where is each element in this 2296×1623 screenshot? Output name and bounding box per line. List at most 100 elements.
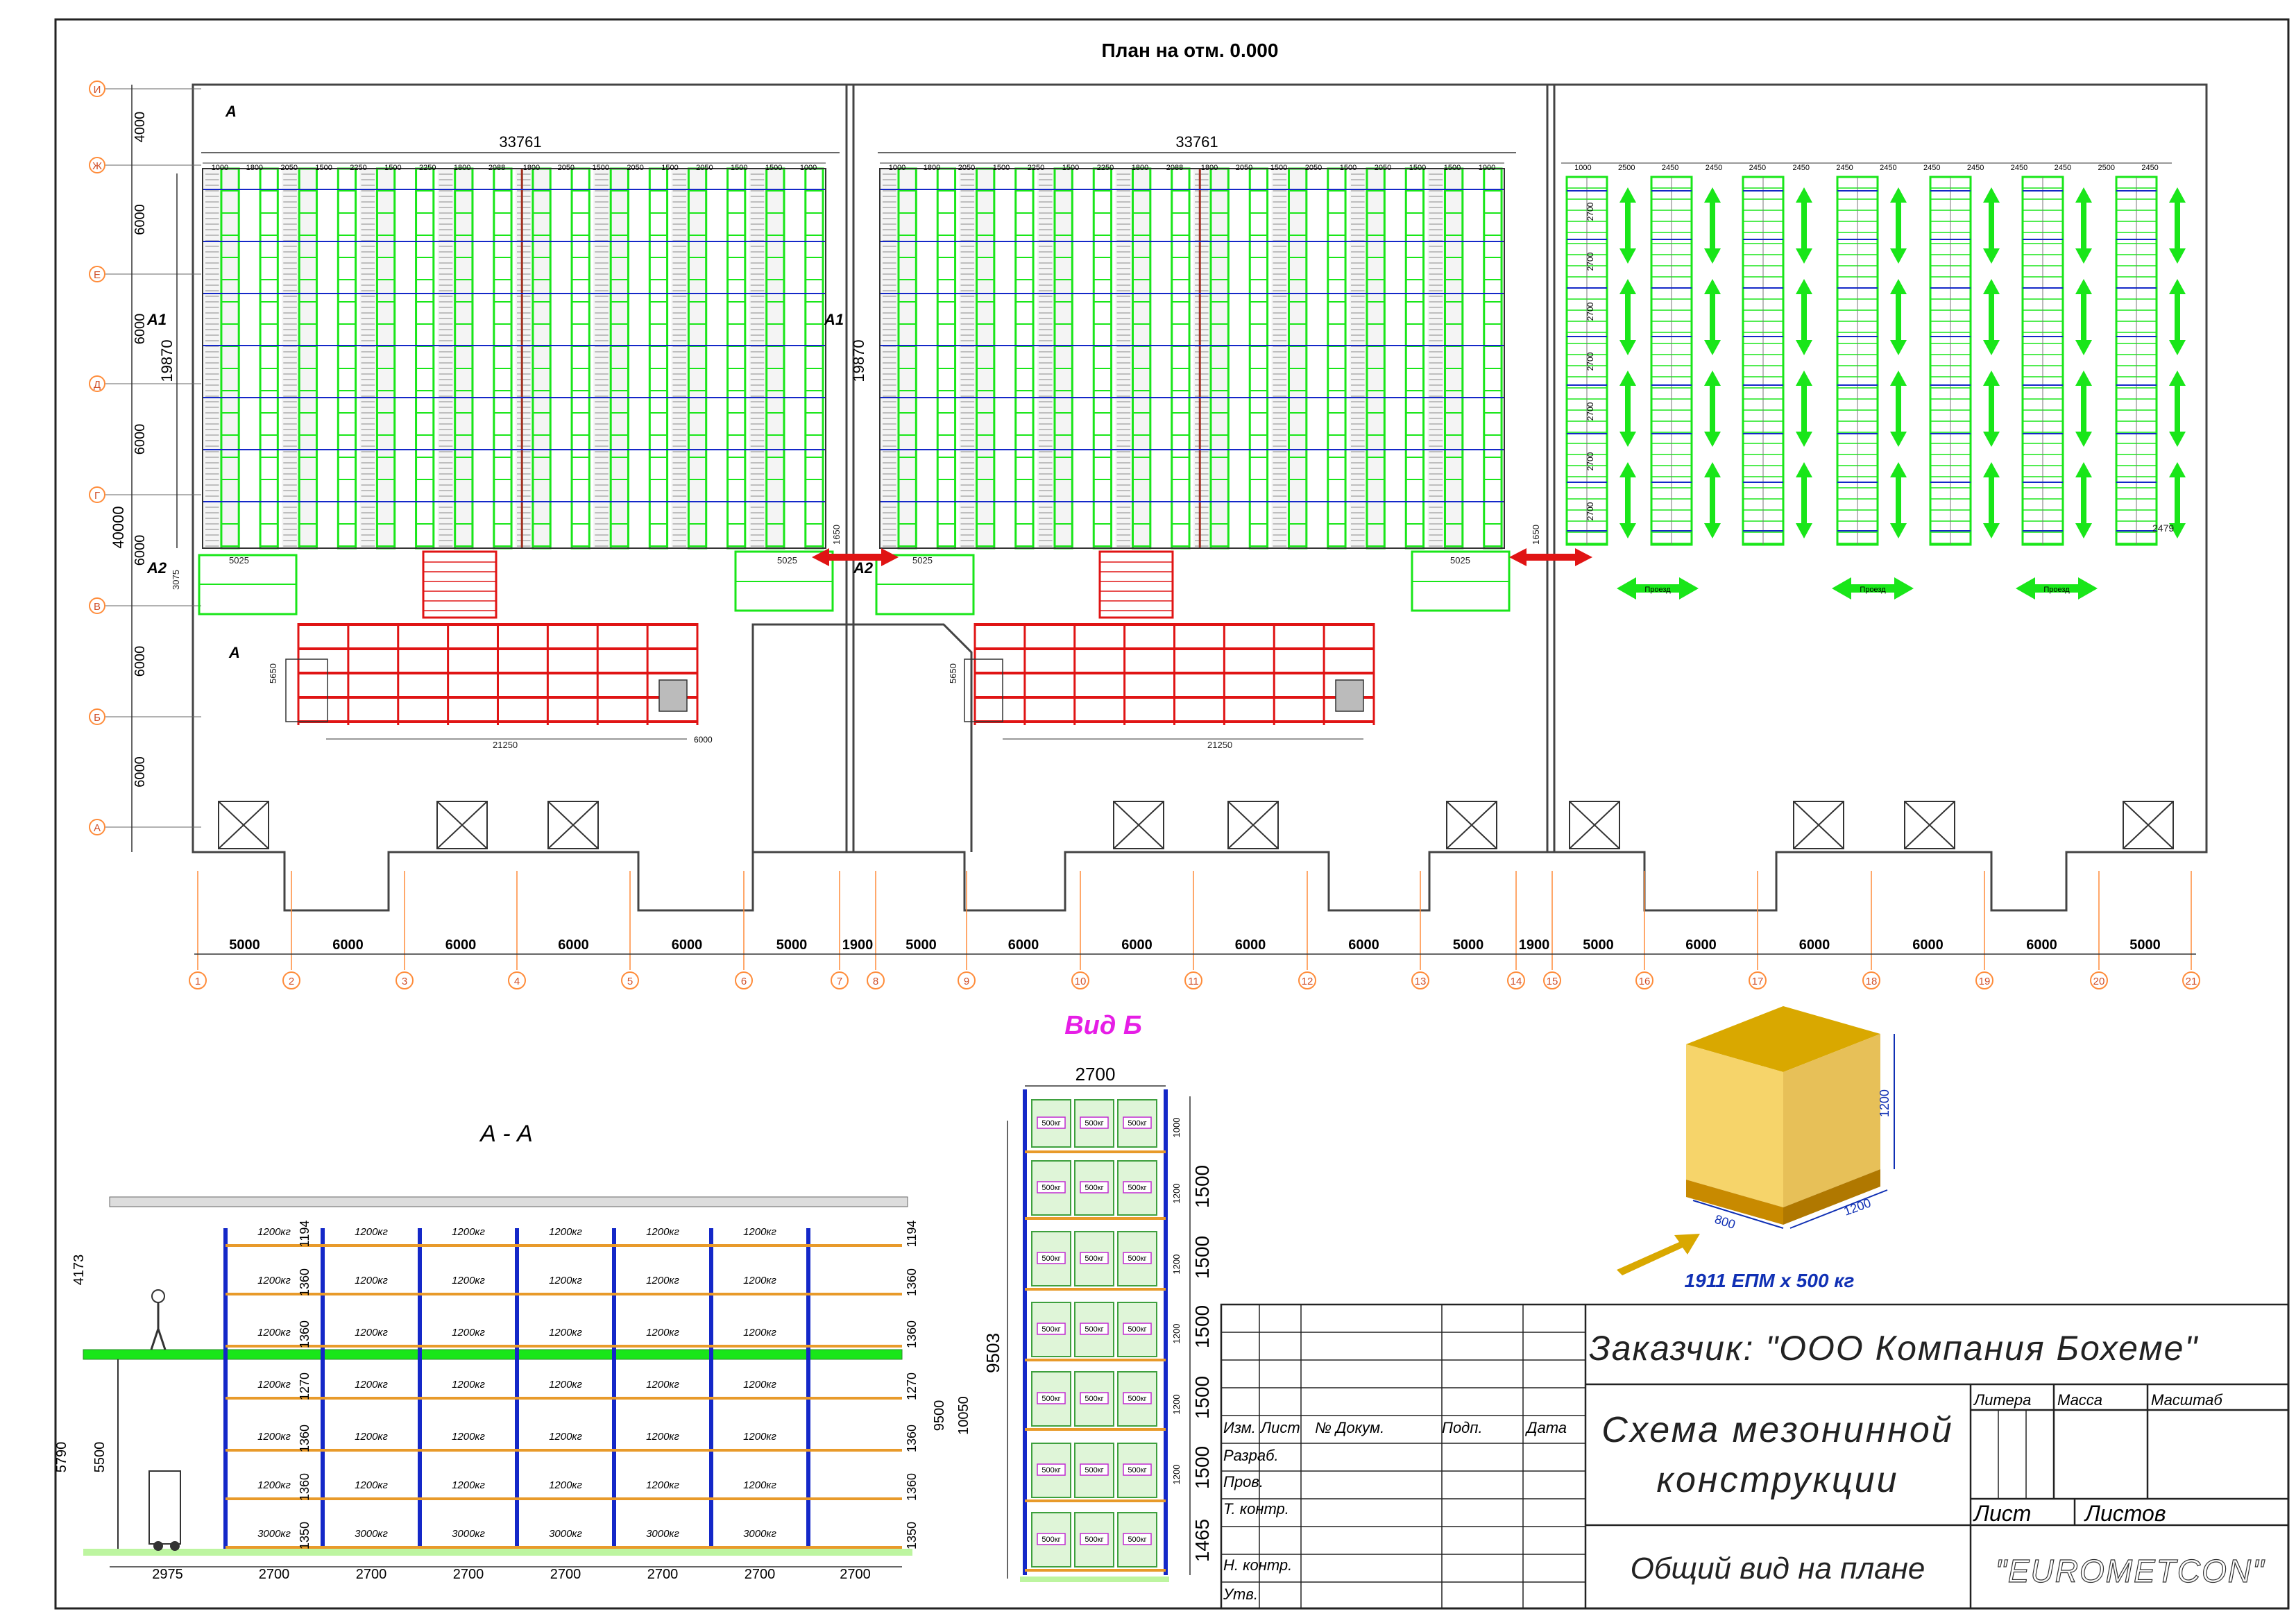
level-dim-right: 1360	[905, 1425, 919, 1452]
rack-spacing: 1500	[1062, 164, 1079, 172]
svg-text:Масса: Масса	[2057, 1391, 2102, 1409]
vb-box-label: 500кг	[1085, 1466, 1103, 1475]
rack-spacing: 1800	[454, 164, 470, 172]
red-rack-hatched-box	[1335, 679, 1364, 712]
col-axis-label: 17	[1752, 976, 1764, 987]
col-dim: 6000	[1348, 937, 1379, 953]
rack-spacing-labels-2: 1000 1800 2050 1500 2250 1500 2250 1800 2088 1800…	[880, 162, 1504, 172]
passage-double-arrow	[1619, 371, 1636, 447]
load-label: 1200кг	[549, 1479, 582, 1491]
col-dim: 5000	[905, 937, 937, 953]
right-dim: 9500	[932, 1400, 947, 1431]
passage-double-arrow	[1704, 462, 1721, 538]
floor-spacing: 2450	[2011, 164, 2027, 172]
load-label: 1200кг	[355, 1479, 388, 1491]
rack-spacing-labels-1: 1000 1800 2050 1500 2250 1500 2250 1800 2088 1800…	[203, 162, 826, 172]
svg-text:А: А	[228, 644, 240, 661]
row-axis-label: Д	[94, 379, 101, 391]
level-dim: 1194	[298, 1221, 312, 1248]
passage-double-arrow	[1890, 371, 1907, 447]
rack-spacing: 1800	[924, 164, 940, 172]
load-label: 1200кг	[549, 1275, 582, 1286]
vb-box-label: 500кг	[1128, 1325, 1146, 1334]
svg-text:5025: 5025	[229, 555, 249, 566]
svg-text:Разраб.: Разраб.	[1223, 1447, 1279, 1464]
floor-spacing: 2450	[1836, 164, 1853, 172]
passage-double-arrow	[1890, 187, 1907, 264]
row-dim: 6000	[133, 535, 148, 566]
level-dim-right: 1194	[905, 1221, 919, 1248]
level-dim: 1270	[298, 1373, 312, 1400]
col-axis-label: 5	[627, 976, 633, 987]
bottom-dim: 2700	[259, 1567, 290, 1582]
vb-small-dim: 1200	[1171, 1465, 1182, 1485]
vb-right-dim: 1500	[1191, 1376, 1213, 1419]
vb-box-label: 500кг	[1128, 1395, 1146, 1403]
level-dim-right: 1360	[905, 1473, 919, 1501]
load-label: 1200кг	[257, 1275, 291, 1286]
forklift-wheel	[153, 1541, 163, 1551]
col-axis-label: 21	[2186, 976, 2197, 987]
customer: Заказчик: "ООО Компания Бохеме"	[1589, 1329, 2198, 1368]
rack-spacing: 1500	[993, 164, 1010, 172]
rack-spacing: 2250	[1097, 164, 1114, 172]
load-label: 3000кг	[355, 1528, 388, 1540]
floor-spacing: 2450	[2141, 164, 2158, 172]
drawing-title-2: конструкции	[1656, 1460, 1898, 1500]
forklift-wheel	[170, 1541, 180, 1551]
load-label: 1200кг	[257, 1226, 291, 1238]
load-label: 1200кг	[257, 1431, 291, 1443]
floor-rack-spacing-labels: 1000 2500 2450 2450 2450 2450 2450 2450 2450 2450…	[1561, 162, 2172, 172]
drawing-sheet: План на отм. 0.000 И Ж Е Д Г В Б А 4000 6000 6000 6…	[54, 18, 2290, 1610]
bottom-dim: 2700	[647, 1567, 679, 1582]
ground-strip	[83, 1549, 912, 1556]
svg-text:2479: 2479	[2152, 522, 2174, 534]
svg-text:А: А	[225, 103, 237, 120]
svg-text:5650: 5650	[948, 663, 958, 683]
passage-double-arrow	[1796, 371, 1812, 447]
load-label: 3000кг	[743, 1528, 776, 1540]
load-label: 1200кг	[452, 1379, 485, 1391]
passage-double-arrow	[1983, 371, 2000, 447]
rack-spacing: 2050	[1375, 164, 1391, 172]
vb-small-dim: 1200	[1171, 1324, 1182, 1344]
forklift-body	[148, 1470, 181, 1545]
row-dim: 6000	[133, 314, 148, 345]
col-dim: 6000	[445, 937, 477, 953]
vb-box-label: 500кг	[1128, 1536, 1146, 1544]
level-dim: 1360	[298, 1425, 312, 1452]
passage-double-arrow	[1619, 279, 1636, 355]
drawing-subtitle: Общий вид на плане	[1631, 1552, 1925, 1586]
passage-double-arrow	[1704, 279, 1721, 355]
passage-arrows: Проезд Проезд Проезд	[1617, 577, 2098, 600]
floor-spacing: 2450	[1662, 164, 1678, 172]
bottom-dim: 2700	[840, 1567, 871, 1582]
col-axis-label: 13	[1415, 976, 1427, 987]
bottom-dim: 2975	[152, 1567, 183, 1582]
rack-spacing: 1000	[1479, 164, 1495, 172]
left-dim: 5500	[92, 1442, 108, 1473]
mezzanine-red-racks-2	[973, 550, 1511, 740]
vb-box-label: 500кг	[1085, 1119, 1103, 1128]
col-dim: 6000	[672, 937, 703, 953]
load-label: 1200кг	[743, 1379, 776, 1391]
passage-double-arrow	[1983, 462, 2000, 538]
passage-double-arrow	[1890, 462, 1907, 538]
rack-spacing: 1500	[592, 164, 609, 172]
row-axis-label: И	[94, 84, 101, 96]
col-dim: 6000	[1235, 937, 1266, 953]
vb-box-label: 500кг	[1128, 1255, 1146, 1263]
svg-text:Утв.: Утв.	[1223, 1586, 1258, 1603]
load-label: 1200кг	[646, 1431, 679, 1443]
load-label: 1200кг	[646, 1379, 679, 1391]
passage-double-arrow	[2169, 371, 2186, 447]
svg-text:Литера: Литера	[1973, 1391, 2031, 1409]
col-axis-label: 1	[195, 976, 201, 987]
load-label: 1200кг	[549, 1379, 582, 1391]
view-b-drawing: 2700 9503 500кг 500кг 500кг 500кг 500кг 500кг 50…	[983, 1064, 1213, 1582]
rack-spacing: 2050	[280, 164, 297, 172]
rack-spacing: 2088	[488, 164, 505, 172]
col-axis-label: 14	[1511, 976, 1522, 987]
pallet-caption: 1911 ЕПМ х 500 кг	[1685, 1270, 1855, 1291]
load-label: 3000кг	[549, 1528, 582, 1540]
